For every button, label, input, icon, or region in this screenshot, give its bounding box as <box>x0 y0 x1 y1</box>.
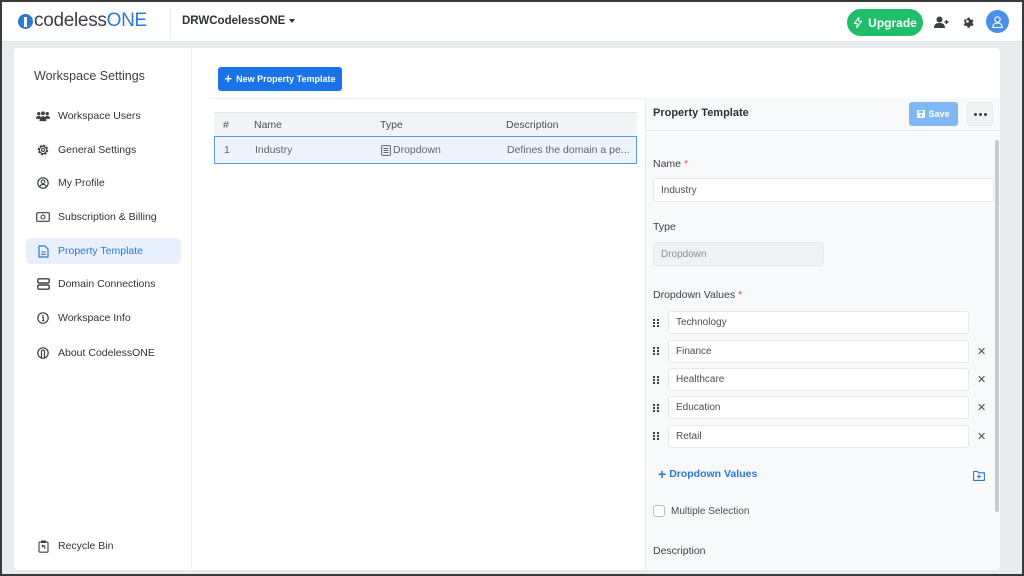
save-button[interactable]: Save <box>909 102 958 126</box>
caret-down-icon <box>289 19 296 23</box>
logo-text-accent: ONE <box>106 10 148 31</box>
codelessone-icon <box>36 346 50 360</box>
info-icon <box>36 311 50 325</box>
plus-icon: + <box>658 466 667 482</box>
table-header: # Name Type Description <box>214 112 637 136</box>
file-icon <box>36 244 50 258</box>
remove-value-icon[interactable]: ✕ <box>977 430 986 443</box>
type-label: Type <box>653 221 676 233</box>
money-bill-icon <box>36 210 50 224</box>
logo-mark-icon <box>18 13 33 29</box>
property-templates-table: # Name Type Description 1 Industry Dropd… <box>214 112 637 164</box>
sidebar-item-property-template[interactable]: Property Template <box>26 238 181 264</box>
dropdown-value-input[interactable]: Education <box>668 396 969 419</box>
drag-handle-icon[interactable] <box>653 404 659 412</box>
sidebar-item-workspace-info[interactable]: Workspace Info <box>26 305 181 331</box>
row-number: 1 <box>224 144 230 156</box>
sidebar-item-label: General Settings <box>58 144 137 156</box>
dropdown-value-input[interactable]: Technology <box>668 311 969 334</box>
dropdown-value-input[interactable]: Finance <box>668 340 969 363</box>
name-label: Name <box>653 158 682 170</box>
table-row[interactable]: 1 Industry Dropdown Defines the domain a… <box>214 136 637 164</box>
user-icon <box>992 15 1003 28</box>
sidebar-title: Workspace Settings <box>34 69 145 83</box>
sidebar-item-recycle-bin[interactable]: Recycle Bin <box>26 533 181 559</box>
required-mark: * <box>738 289 743 301</box>
row-name: Industry <box>255 144 293 156</box>
multiple-selection-label: Multiple Selection <box>671 506 750 517</box>
sidebar-item-subscription-billing[interactable]: Subscription & Billing <box>26 204 181 230</box>
sidebar-item-label: Property Template <box>58 245 144 257</box>
remove-value-icon[interactable]: ✕ <box>977 401 986 414</box>
sidebar-item-label: Workspace Info <box>58 312 131 324</box>
gear-icon <box>36 143 50 157</box>
top-bar: codelessONE DRWCodelessONE Upgrade <box>2 2 1022 42</box>
dropdown-value-input[interactable]: Healthcare <box>668 368 969 391</box>
sidebar-item-about-codelessone[interactable]: About CodelessONE <box>26 340 181 366</box>
sidebar-item-label: Domain Connections <box>58 278 156 290</box>
user-circle-icon <box>36 176 50 190</box>
column-header-description[interactable]: Description <box>506 119 637 131</box>
row-description: Defines the domain a pe... <box>507 144 630 156</box>
required-mark: * <box>684 158 689 170</box>
multiple-selection-checkbox[interactable] <box>653 505 665 517</box>
upgrade-button[interactable]: Upgrade <box>847 9 923 36</box>
sidebar-item-label: Subscription & Billing <box>58 211 157 223</box>
panel-header: Property Template Save <box>646 98 1000 131</box>
new-button-label: New Property Template <box>236 74 336 84</box>
workspace-name: DRWCodelessONE <box>182 15 286 27</box>
property-template-panel: Property Template Save Name * Industry Ty… <box>645 98 1000 570</box>
gear-icon[interactable] <box>960 14 976 30</box>
workspace-switcher[interactable]: DRWCodelessONE <box>182 15 296 27</box>
panel-scrollbar[interactable] <box>995 140 999 512</box>
import-folder-icon[interactable] <box>973 468 985 486</box>
drag-handle-icon[interactable] <box>653 376 659 384</box>
remove-value-icon[interactable]: ✕ <box>977 373 986 386</box>
codelessone-logo[interactable]: codelessONE <box>18 10 148 31</box>
server-icon <box>36 277 50 291</box>
column-header-name[interactable]: Name <box>254 119 380 131</box>
more-dots-icon <box>973 112 977 116</box>
content-area: + New Property Template # Name Type Desc… <box>193 48 1000 570</box>
sidebar-item-label: My Profile <box>58 177 105 189</box>
panel-title: Property Template <box>653 107 749 119</box>
sidebar-item-domain-connections[interactable]: Domain Connections <box>26 271 181 297</box>
type-input: Dropdown <box>653 242 824 266</box>
list-icon <box>381 144 391 156</box>
settings-card: Workspace Settings Workspace Users Gener… <box>14 48 1000 570</box>
topbar-divider <box>170 8 171 38</box>
avatar[interactable] <box>986 10 1009 33</box>
drag-handle-icon[interactable] <box>653 319 659 327</box>
dropdown-value-input[interactable]: Retail <box>668 425 969 448</box>
drag-handle-icon[interactable] <box>653 347 659 355</box>
more-options-button[interactable] <box>967 102 993 126</box>
upgrade-label: Upgrade <box>868 15 917 30</box>
sidebar: Workspace Settings Workspace Users Gener… <box>14 48 192 570</box>
name-input[interactable]: Industry <box>653 178 994 202</box>
dropdown-values-label: Dropdown Values <box>653 289 736 301</box>
add-dropdown-value-button[interactable]: + Dropdown Values <box>658 466 758 482</box>
sidebar-item-my-profile[interactable]: My Profile <box>26 170 181 196</box>
sidebar-item-general-settings[interactable]: General Settings <box>26 137 181 163</box>
row-type: Dropdown <box>393 144 441 156</box>
column-header-type[interactable]: Type <box>380 119 506 131</box>
new-property-template-button[interactable]: + New Property Template <box>218 67 342 91</box>
save-icon <box>917 110 926 118</box>
sidebar-item-workspace-users[interactable]: Workspace Users <box>26 103 181 129</box>
recycle-bin-icon <box>36 539 50 553</box>
add-values-label: Dropdown Values <box>669 468 758 480</box>
users-icon <box>36 109 50 123</box>
logo-text: codeless <box>34 10 107 31</box>
sidebar-item-label: Recycle Bin <box>58 540 114 552</box>
remove-value-icon[interactable]: ✕ <box>977 345 986 358</box>
sidebar-item-label: About CodelessONE <box>58 347 155 359</box>
add-user-icon[interactable] <box>934 14 950 30</box>
description-label: Description <box>653 545 706 557</box>
drag-handle-icon[interactable] <box>653 432 659 440</box>
bolt-icon <box>853 17 863 28</box>
sidebar-item-label: Workspace Users <box>58 110 141 122</box>
column-header-number: # <box>223 118 229 131</box>
plus-icon: + <box>224 71 233 86</box>
save-label: Save <box>928 109 950 119</box>
